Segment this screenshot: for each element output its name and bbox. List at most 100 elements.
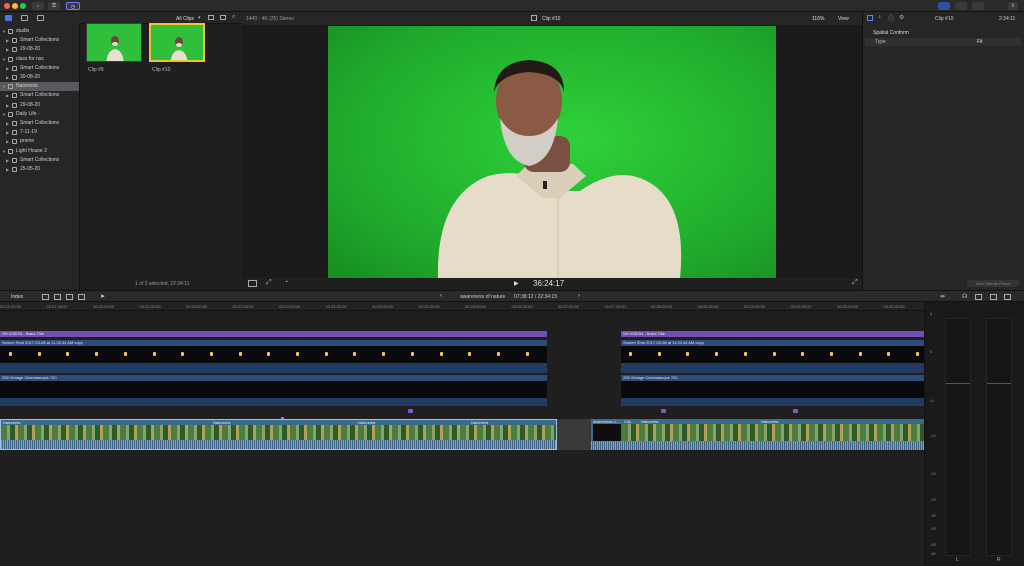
library-item[interactable]: ▼ Daily Life - <box>0 110 79 119</box>
titles-generators-icon[interactable] <box>37 15 44 21</box>
layout-browser-icon[interactable] <box>938 2 950 10</box>
clip-thumbnail-10[interactable] <box>149 23 205 62</box>
library-item-label: promo <box>20 138 35 145</box>
keyword-marker[interactable] <box>408 409 413 413</box>
event-item[interactable]: ▶ Smart Collections <box>0 156 79 165</box>
library-item-label: 25-05-20 <box>20 166 41 172</box>
still-frame-marker <box>439 352 443 356</box>
settings-icon[interactable]: ⚙ <box>899 14 904 21</box>
event-item[interactable]: ▶ Smart Collections <box>0 91 79 100</box>
background-tasks-icon[interactable]: ◷ <box>66 2 80 10</box>
keyword-marker[interactable] <box>661 409 666 413</box>
forward-arrow-icon[interactable]: › <box>578 293 580 299</box>
insert-clip-icon[interactable] <box>54 294 61 300</box>
select-tool-icon[interactable]: ➤ <box>100 293 105 300</box>
disclosure-triangle-icon[interactable]: ▼ <box>2 110 6 119</box>
disclosure-triangle-icon[interactable]: ▶ <box>6 156 9 165</box>
disclosure-triangle-icon[interactable]: ▼ <box>2 27 6 36</box>
keyword-marker[interactable] <box>793 409 798 413</box>
disclosure-triangle-icon[interactable]: ▶ <box>6 119 9 128</box>
type-dropdown[interactable]: Fit <box>977 39 983 45</box>
title-clip-left[interactable]: SH VISION - Basic Title <box>0 331 547 337</box>
disclosure-triangle-icon[interactable]: ▶ <box>6 64 9 73</box>
event-item[interactable]: ▶ 29-08-20 <box>0 101 79 110</box>
disclosure-triangle-icon[interactable]: ▶ <box>6 101 9 110</box>
gap-clip[interactable] <box>557 419 591 450</box>
disclosure-triangle-icon[interactable]: ▼ <box>2 82 6 91</box>
still-frame-marker <box>152 352 156 356</box>
disclosure-triangle-icon[interactable]: ▶ <box>6 137 9 146</box>
layout-timeline-icon[interactable] <box>955 2 967 10</box>
transform-tool-icon[interactable] <box>248 280 257 287</box>
photos-audio-icon[interactable] <box>21 15 28 21</box>
viewer-frame[interactable] <box>328 26 776 278</box>
library-icon <box>8 111 13 117</box>
ruler-tick-label: 00:21:30:00 <box>46 304 68 309</box>
video-inspector-icon[interactable] <box>867 15 873 21</box>
import-icon[interactable]: ↓ <box>32 2 44 10</box>
clip-appearance-icon[interactable] <box>208 15 214 20</box>
primary-clip-1[interactable]: Natureela Natureela Natureela Natureela <box>0 419 557 450</box>
minimize-window-icon[interactable] <box>12 3 18 9</box>
layout-inspector-icon[interactable] <box>972 2 984 10</box>
append-clip-icon[interactable] <box>66 294 73 300</box>
title-clip-right[interactable]: SH VISION - Basic Title <box>621 331 924 337</box>
library-item[interactable]: ▼ Natureela <box>0 82 79 92</box>
clip-appearance-timeline-icon[interactable] <box>975 294 982 300</box>
ruler-tick-label: 00:28:00:00 <box>651 304 673 309</box>
headphones-icon[interactable]: ☊ <box>962 293 967 300</box>
timeline-toolbar: Index ➤ ‹ awareness of nature 07:38:12 /… <box>0 290 1024 302</box>
event-item[interactable]: ▶ 7-11-19 <box>0 128 79 137</box>
event-item[interactable]: ▶ Smart Collections <box>0 36 79 45</box>
disclosure-triangle-icon[interactable]: ▶ <box>6 36 9 45</box>
event-item[interactable]: ▶ Smart Collections <box>0 64 79 73</box>
clip-filter-dropdown[interactable]: All Clips <box>176 16 194 22</box>
zoom-window-icon[interactable] <box>20 3 26 9</box>
filmstrip-view-icon[interactable] <box>220 15 226 20</box>
connect-clip-icon[interactable] <box>42 294 49 300</box>
event-item[interactable]: ▶ 25-05-20 <box>0 165 79 174</box>
view-dropdown[interactable]: View <box>838 16 849 22</box>
disclosure-triangle-icon[interactable]: ▶ <box>6 91 9 100</box>
save-effects-preset-button[interactable]: Save Effects Preset <box>967 280 1019 287</box>
timecode-display[interactable]: 36:24:17 <box>533 279 564 288</box>
disclosure-triangle-icon[interactable]: ▶ <box>6 45 9 54</box>
timeline-ruler[interactable]: 00:21:00:00 00:21:30:00 00:22:00:00 00:22:3… <box>0 302 924 311</box>
disclosure-triangle-icon[interactable]: ▼ <box>2 55 6 64</box>
ruler-tick-label: 00:26:00:00 <box>465 304 487 309</box>
clip-thumbnail-9[interactable] <box>86 23 142 62</box>
event-item[interactable]: ▶ Smart Collections <box>0 119 79 128</box>
disclosure-triangle-icon[interactable]: ▶ <box>6 73 9 82</box>
keywords-icon[interactable]: ⚿ <box>48 2 60 10</box>
clip-name: Natureela <box>471 420 489 425</box>
transitions-browser-icon[interactable] <box>1004 294 1011 300</box>
overwrite-clip-icon[interactable] <box>78 294 85 300</box>
fullscreen-icon[interactable]: ⤢ <box>852 279 858 287</box>
timeline[interactable]: SH VISION - Basic Title SH VISION - Basi… <box>0 311 924 566</box>
library-item[interactable]: ▼ Light House 2 <box>0 147 79 156</box>
disclosure-triangle-icon[interactable]: ▶ <box>6 128 9 137</box>
search-icon[interactable]: ⌕ <box>232 14 235 21</box>
info-inspector-icon[interactable]: ⓘ <box>888 14 894 23</box>
library-item[interactable]: ▼ class for nac <box>0 55 79 64</box>
library-item[interactable]: ▼ studio <box>0 27 79 36</box>
event-item[interactable]: ▶ 29-08-20 <box>0 45 79 54</box>
audio-inspector-icon[interactable]: ♪ <box>878 14 881 20</box>
event-item[interactable]: ▶ 30-08-20 <box>0 73 79 82</box>
share-icon[interactable]: ⇪ <box>1008 2 1018 10</box>
libraries-icon[interactable] <box>5 15 12 21</box>
back-arrow-icon[interactable]: ‹ <box>440 293 442 299</box>
zoom-dropdown[interactable]: 116% <box>812 16 824 22</box>
event-item[interactable]: ▶ promo <box>0 137 79 146</box>
speed-icon[interactable]: ◔ <box>284 279 288 286</box>
audio-skimming-icon[interactable]: ⇹ <box>940 293 945 300</box>
disclosure-triangle-icon[interactable]: ▶ <box>6 165 9 174</box>
effects-browser-icon[interactable] <box>990 294 997 300</box>
play-icon[interactable]: ▶ <box>514 280 519 287</box>
index-button[interactable]: Index <box>11 294 23 300</box>
enhance-icon[interactable]: ⤢ <box>266 279 272 287</box>
close-window-icon[interactable] <box>4 3 10 9</box>
event-icon <box>12 65 17 71</box>
disclosure-triangle-icon[interactable]: ▼ <box>2 147 6 156</box>
primary-clip-2[interactable]: awareness o... Clip Natureela Natureela <box>591 419 924 450</box>
